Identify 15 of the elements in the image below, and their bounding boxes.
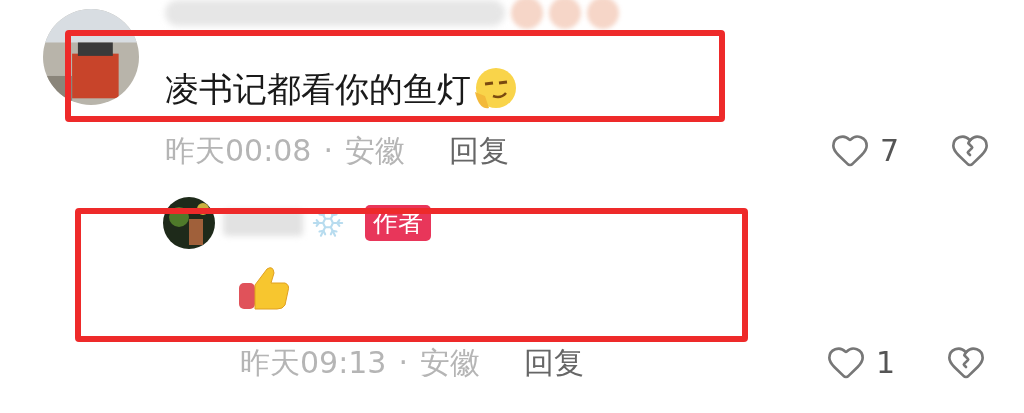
reply-link[interactable]: 回复 (449, 127, 509, 173)
comment-location: 安徽 (345, 131, 405, 170)
comment-time: 昨天09:13 (240, 343, 387, 382)
comment-location: 安徽 (420, 343, 480, 382)
like-count: 1 (876, 343, 897, 382)
thumbs-up-icon (237, 265, 291, 311)
blurred-emoji-icon (549, 0, 581, 29)
like-count: 7 (880, 131, 901, 170)
blurred-emoji-icon (511, 0, 543, 29)
separator-dot: · (398, 343, 408, 382)
comment-text: 凌书记都看你的鱼灯 (165, 67, 471, 111)
reply-link[interactable]: 回复 (524, 339, 584, 385)
separator-dot: · (323, 131, 333, 170)
comment-time: 昨天00:08 (165, 131, 312, 170)
blurred-emoji-icon (587, 0, 619, 29)
